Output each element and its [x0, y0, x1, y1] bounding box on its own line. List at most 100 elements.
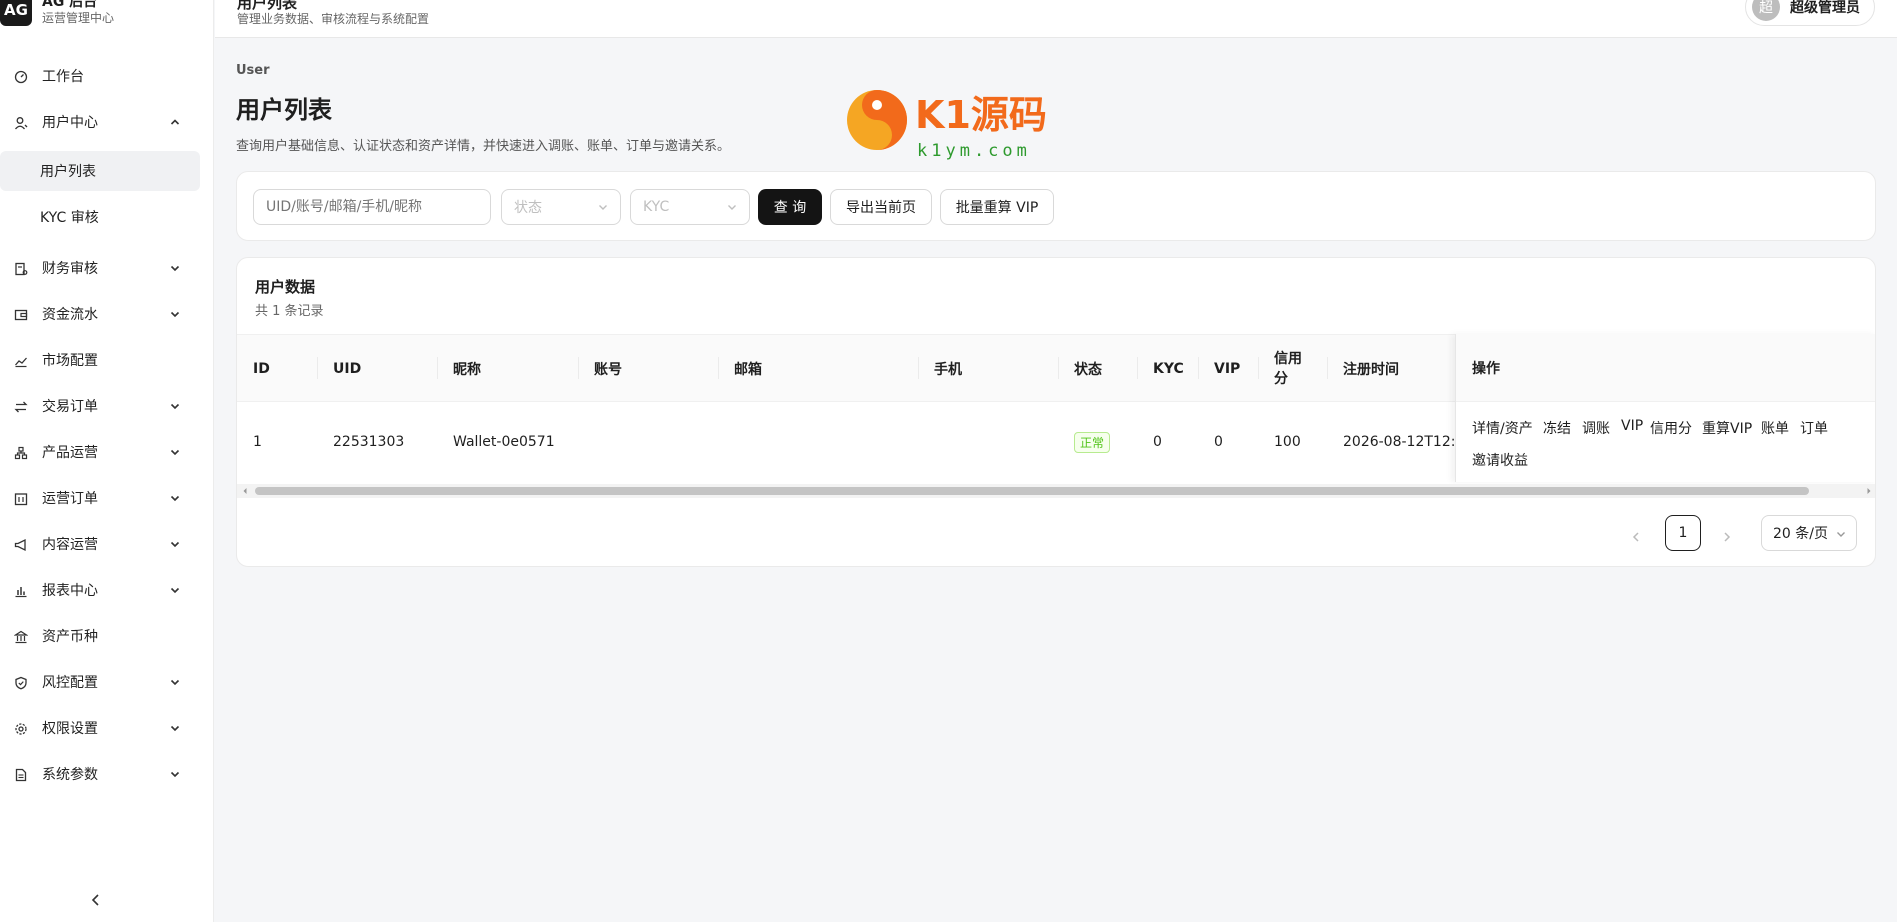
action-vip[interactable]: VIP — [1621, 418, 1643, 434]
cell-id: 1 — [253, 434, 262, 450]
chevron-down-icon — [728, 205, 736, 210]
chevron-down-icon — [599, 205, 607, 210]
kyc-select-placeholder: KYC — [643, 199, 670, 215]
calendar-icon — [14, 493, 28, 506]
action-recalc-vip[interactable]: 重算VIP — [1702, 418, 1752, 438]
watermark-domain-text: k1ym.com — [917, 141, 1031, 161]
sidebar-item-product-ops[interactable]: 产品运营 — [0, 432, 200, 472]
sidebar-item-label: 资金流水 — [42, 307, 98, 323]
status-badge: 正常 — [1074, 431, 1111, 453]
sidebar-item-label: 资产币种 — [42, 629, 98, 645]
sidebar-item-label: 权限设置 — [42, 721, 98, 737]
sidebar-item-user-center[interactable]: 用户中心 — [0, 102, 200, 142]
page-size-value: 20 条/页 — [1773, 526, 1828, 542]
query-button[interactable]: 查 询 — [758, 189, 822, 225]
admin-name: 超级管理员 — [1790, 0, 1860, 16]
action-credit-score[interactable]: 信用分 — [1650, 418, 1692, 438]
sidebar-item-label: 财务审核 — [42, 261, 98, 277]
action-detail-assets[interactable]: 详情/资产 — [1472, 418, 1533, 438]
chevron-down-icon — [170, 403, 180, 410]
chevron-down-icon — [170, 725, 180, 732]
horizontal-scrollbar[interactable] — [237, 484, 1875, 498]
table-title: 用户数据 — [255, 278, 316, 296]
collapse-sidebar-icon[interactable] — [88, 892, 104, 908]
column-divider — [1198, 357, 1199, 379]
sidebar-item-label: 系统参数 — [42, 767, 98, 783]
column-divider — [578, 357, 579, 379]
sidebar-item-asset-currency[interactable]: 资产币种 — [0, 616, 200, 656]
sidebar-item-report-center[interactable]: 报表中心 — [0, 570, 200, 610]
column-divider — [1258, 357, 1259, 379]
action-orders[interactable]: 订单 — [1800, 418, 1828, 438]
sidebar-item-ops-orders[interactable]: 运营订单 — [0, 478, 200, 518]
chevron-down-icon — [170, 495, 180, 502]
brand-logo: AG — [0, 0, 32, 26]
scrollbar-thumb[interactable] — [255, 487, 1809, 495]
brand-subtitle: 运营管理中心 — [42, 11, 115, 25]
sidebar-item-dashboard[interactable]: 工作台 — [0, 56, 200, 96]
export-page-button[interactable]: 导出当前页 — [830, 189, 932, 225]
search-input[interactable] — [253, 189, 491, 225]
batch-recalc-vip-button[interactable]: 批量重算 VIP — [940, 189, 1054, 225]
swap-icon — [14, 401, 28, 413]
sidebar-item-label: 风控配置 — [42, 675, 98, 691]
cell-registered-at: 2026-08-12T12:2 — [1343, 434, 1455, 450]
admin-menu[interactable]: 超 超级管理员 — [1745, 0, 1875, 26]
chevron-down-icon — [170, 587, 180, 594]
cluster-icon — [14, 446, 28, 460]
column-header-actions: 操作 — [1456, 334, 1875, 402]
wallet-icon — [14, 309, 28, 321]
sidebar-item-content-ops[interactable]: 内容运营 — [0, 524, 200, 564]
sidebar-item-risk-config[interactable]: 风控配置 — [0, 662, 200, 702]
column-divider — [1327, 357, 1328, 379]
sidebar-item-label: 用户列表 — [40, 164, 96, 180]
sidebar-item-finance-audit[interactable]: 财务审核 — [0, 248, 200, 288]
page-description: 查询用户基础信息、认证状态和资产详情，并快速进入调账、账单、订单与邀请关系。 — [236, 139, 731, 154]
column-header-phone: 手机 — [934, 362, 962, 378]
scroll-left-icon[interactable] — [241, 487, 249, 495]
column-header-credit-line1: 信用 — [1274, 351, 1302, 367]
sidebar-item-market-config[interactable]: 市场配置 — [0, 340, 200, 380]
megaphone-icon — [14, 538, 26, 552]
sidebar-item-fund-flow[interactable]: 资金流水 — [0, 294, 200, 334]
column-header-registered-at: 注册时间 — [1343, 362, 1399, 378]
column-divider — [317, 357, 318, 379]
gear-icon — [15, 723, 27, 735]
pagination-next-icon[interactable] — [1720, 530, 1734, 544]
sidebar-item-trade-orders[interactable]: 交易订单 — [0, 386, 200, 426]
watermark-logo: K1源码 k1ym.com — [847, 90, 1047, 161]
record-count: 共 1 条记录 — [255, 304, 324, 319]
scroll-right-icon[interactable] — [1865, 487, 1873, 495]
action-adjust[interactable]: 调账 — [1582, 418, 1610, 438]
kyc-select[interactable]: KYC — [630, 189, 750, 225]
column-divider — [918, 357, 919, 379]
action-freeze[interactable]: 冻结 — [1543, 418, 1571, 438]
sidebar-item-label: 产品运营 — [42, 445, 98, 461]
column-header-email: 邮箱 — [734, 362, 762, 378]
column-header-nickname: 昵称 — [453, 362, 481, 378]
sidebar-item-kyc-review[interactable]: KYC 审核 — [0, 197, 200, 237]
column-header-uid: UID — [333, 361, 362, 377]
column-header-kyc: KYC — [1153, 361, 1184, 377]
action-bills[interactable]: 账单 — [1761, 418, 1789, 438]
chevron-down-icon — [170, 311, 180, 318]
sidebar-item-system-params[interactable]: 系统参数 — [0, 754, 200, 794]
chevron-down-icon — [170, 449, 180, 456]
sidebar-item-permissions[interactable]: 权限设置 — [0, 708, 200, 748]
sidebar: AG AG 后台 运营管理中心 工作台 用户中心 用户列表 KYC 审核 财务审… — [0, 0, 214, 922]
filter-bar: 状态 KYC 查 询 导出当前页 批量重算 VIP — [236, 171, 1876, 241]
column-header-vip: VIP — [1214, 361, 1241, 377]
status-select[interactable]: 状态 — [501, 189, 621, 225]
action-invite-income[interactable]: 邀请收益 — [1472, 450, 1528, 470]
bar-chart-icon — [15, 587, 27, 598]
chart-line-icon — [15, 357, 27, 368]
page-size-select[interactable]: 20 条/页 — [1761, 515, 1857, 551]
column-divider — [1058, 357, 1059, 379]
pagination-prev-icon[interactable] — [1629, 530, 1643, 544]
chevron-down-icon — [170, 771, 180, 778]
column-header-status: 状态 — [1074, 362, 1102, 378]
sidebar-item-user-list[interactable]: 用户列表 — [0, 151, 200, 191]
pagination-current-page[interactable]: 1 — [1665, 515, 1701, 551]
cell-uid: 22531303 — [333, 434, 405, 450]
sidebar-item-label: KYC 审核 — [40, 210, 99, 226]
